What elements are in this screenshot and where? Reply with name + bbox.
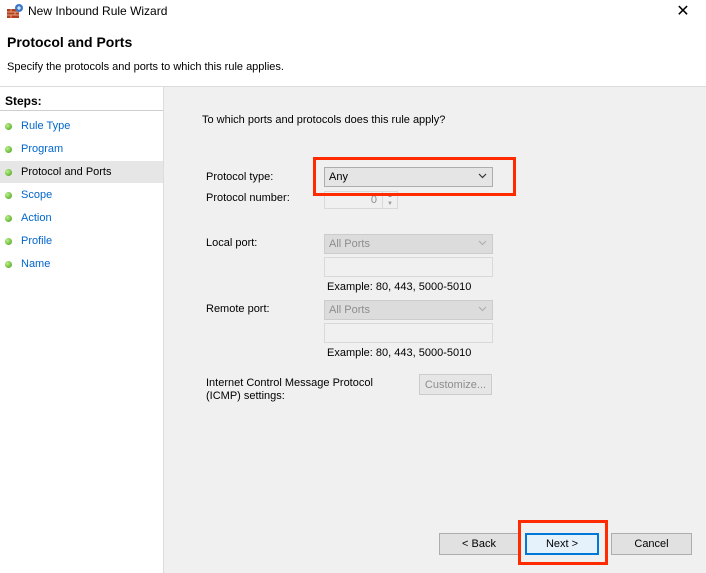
next-button[interactable]: Next > <box>525 533 599 555</box>
step-action[interactable]: Action <box>0 207 163 229</box>
page-title: Protocol and Ports <box>7 34 133 50</box>
content-panel: To which ports and protocols does this r… <box>163 87 706 573</box>
step-status-icon <box>5 123 12 130</box>
cancel-button[interactable]: Cancel <box>611 533 692 555</box>
wizard-header: Protocol and Ports Specify the protocols… <box>0 24 706 87</box>
icmp-label-line2: (ICMP) settings: <box>206 390 285 402</box>
stepper-up-icon[interactable]: ▲ <box>383 192 397 200</box>
step-label: Protocol and Ports <box>21 166 112 178</box>
step-status-icon <box>5 192 12 199</box>
steps-panel: Steps: Rule Type Program Protocol and Po… <box>0 87 163 573</box>
local-port-label: Local port: <box>206 237 258 249</box>
step-label: Program <box>21 143 64 155</box>
remote-port-example: Example: 80, 443, 5000-5010 <box>327 347 472 359</box>
step-label: Name <box>21 258 51 270</box>
step-status-icon <box>5 146 12 153</box>
stepper-down-icon[interactable]: ▼ <box>383 200 397 208</box>
protocol-type-value: Any <box>329 171 348 183</box>
local-port-dropdown[interactable]: All Ports <box>324 234 493 254</box>
question-text: To which ports and protocols does this r… <box>202 114 446 126</box>
protocol-type-dropdown[interactable]: Any <box>324 167 493 187</box>
icmp-label-line1: Internet Control Message Protocol <box>206 377 373 389</box>
step-name[interactable]: Name <box>0 253 163 275</box>
protocol-number-label: Protocol number: <box>206 192 290 204</box>
step-rule-type[interactable]: Rule Type <box>0 115 163 137</box>
customize-button[interactable]: Customize... <box>419 374 492 395</box>
chevron-down-icon <box>478 173 487 179</box>
remote-port-value: All Ports <box>329 304 370 316</box>
step-label: Rule Type <box>21 120 71 132</box>
local-port-input[interactable] <box>324 257 493 277</box>
stepper-buttons[interactable]: ▲ ▼ <box>382 192 397 208</box>
page-subtitle: Specify the protocols and ports to which… <box>7 61 284 73</box>
step-status-icon <box>5 215 12 222</box>
chevron-down-icon <box>478 306 487 312</box>
icmp-settings-label: Internet Control Message Protocol (ICMP)… <box>206 377 373 403</box>
step-protocol-and-ports[interactable]: Protocol and Ports <box>0 161 163 183</box>
steps-divider <box>0 110 163 111</box>
window-title: New Inbound Rule Wizard <box>28 4 168 18</box>
steps-label: Steps: <box>5 94 42 108</box>
step-label: Action <box>21 212 52 224</box>
firewall-app-icon <box>7 4 23 18</box>
step-status-icon <box>5 261 12 268</box>
title-bar: New Inbound Rule Wizard ✕ <box>0 0 706 24</box>
step-program[interactable]: Program <box>0 138 163 160</box>
close-icon[interactable]: ✕ <box>662 0 704 24</box>
step-label: Scope <box>21 189 53 201</box>
step-profile[interactable]: Profile <box>0 230 163 252</box>
step-status-icon <box>5 169 12 176</box>
chevron-down-icon <box>478 240 487 246</box>
step-status-icon <box>5 238 12 245</box>
back-button[interactable]: < Back <box>439 533 519 555</box>
protocol-number-value: 0 <box>370 194 377 206</box>
remote-port-dropdown[interactable]: All Ports <box>324 300 493 320</box>
local-port-value: All Ports <box>329 238 370 250</box>
local-port-example: Example: 80, 443, 5000-5010 <box>327 281 472 293</box>
step-scope[interactable]: Scope <box>0 184 163 206</box>
protocol-number-stepper[interactable]: 0 ▲ ▼ <box>324 191 398 209</box>
remote-port-label: Remote port: <box>206 303 270 315</box>
step-label: Profile <box>21 235 53 247</box>
protocol-type-label: Protocol type: <box>206 171 274 183</box>
remote-port-input[interactable] <box>324 323 493 343</box>
